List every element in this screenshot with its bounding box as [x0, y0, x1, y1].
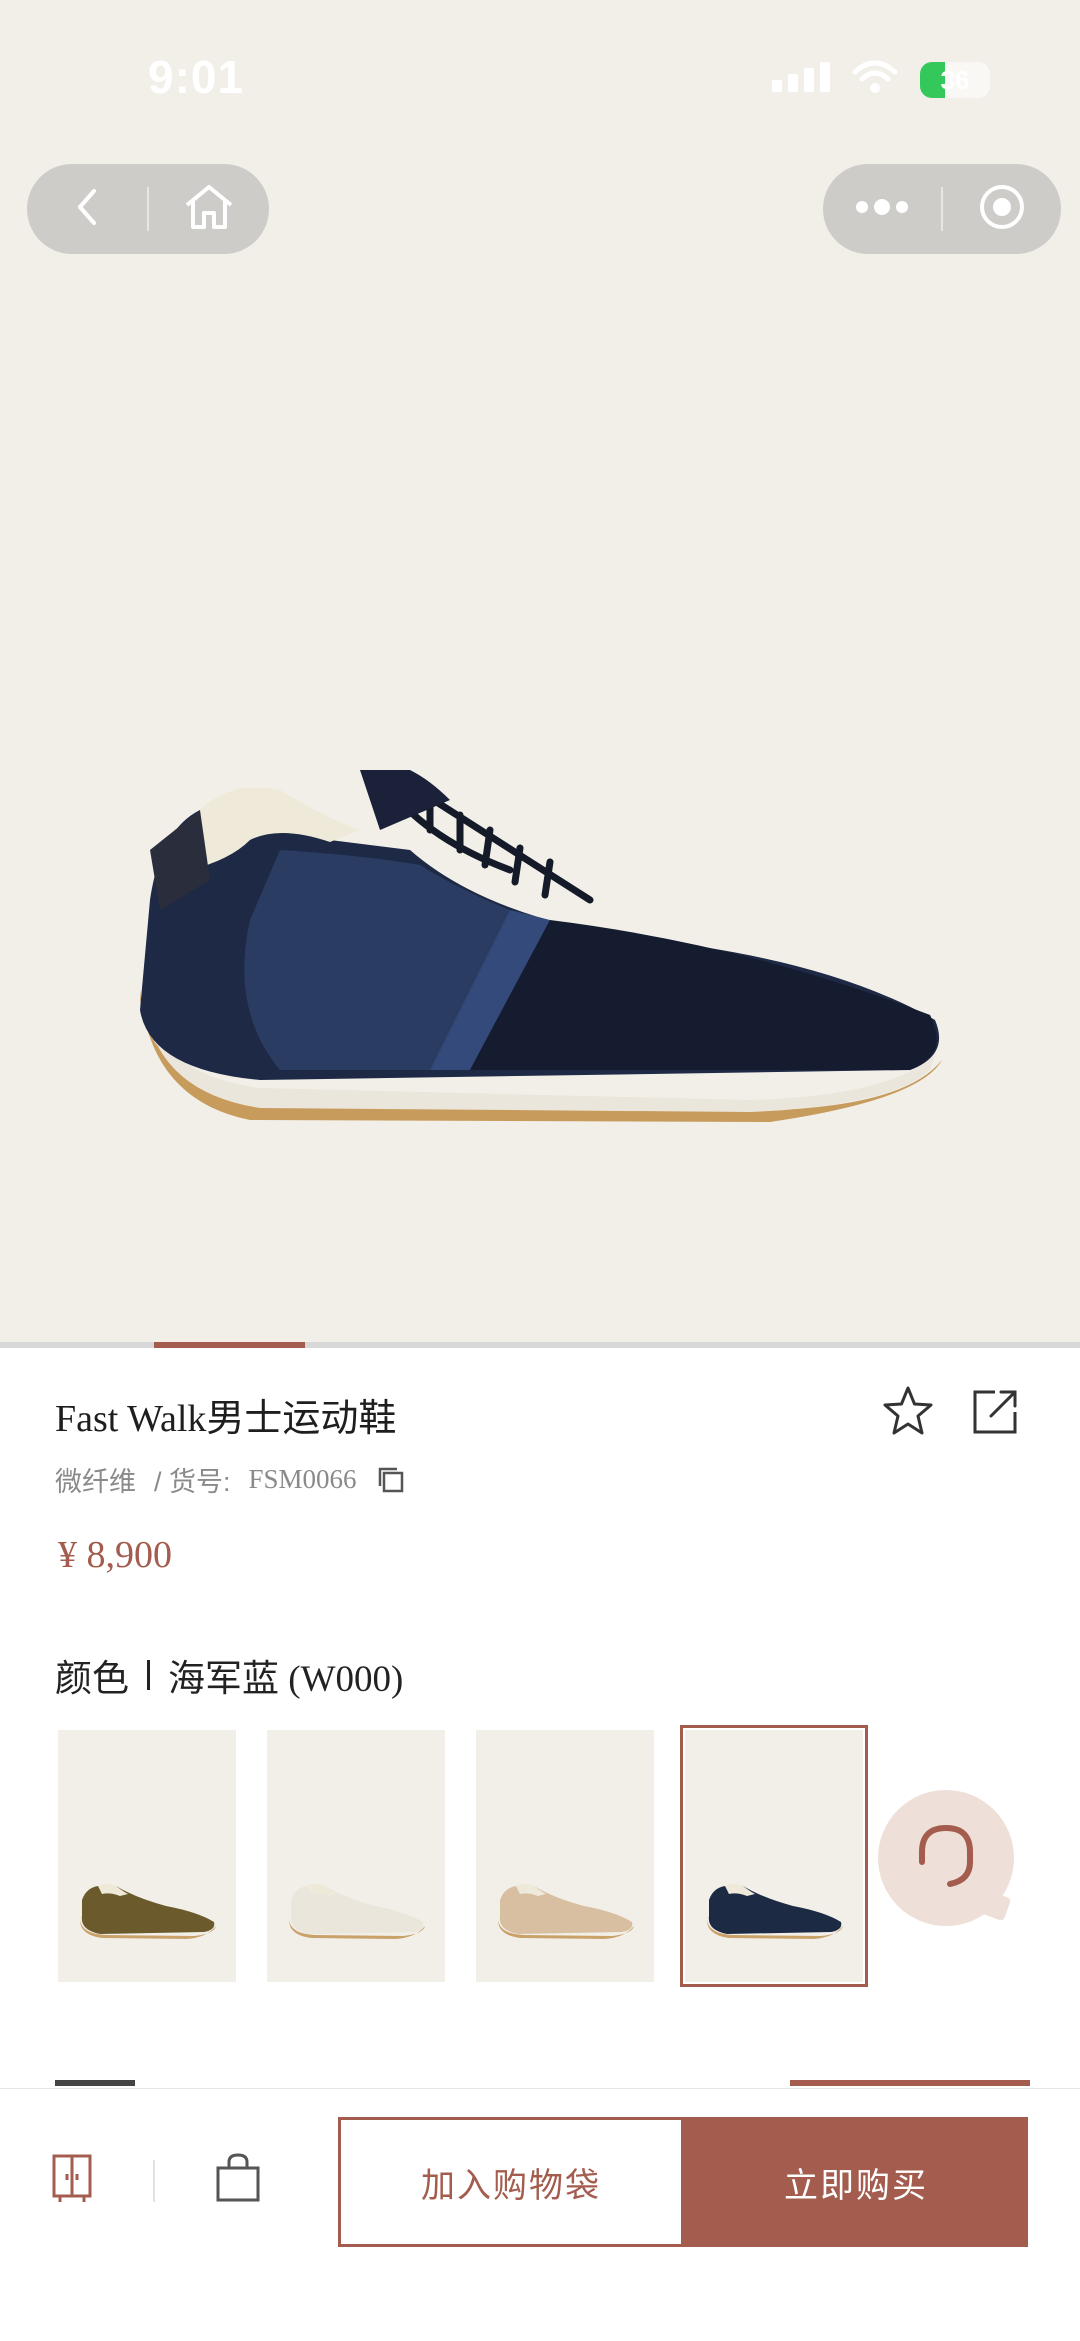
- product-title: Fast Walk男士运动鞋: [55, 1398, 397, 1440]
- home-icon: [183, 183, 235, 236]
- sku-value: FSM0066: [248, 1464, 357, 1494]
- product-image: [139, 770, 942, 1122]
- wardrobe-button[interactable]: [42, 2150, 102, 2210]
- color-swatch-navy[interactable]: [680, 1725, 868, 1987]
- gallery-progress-fill: [154, 1342, 306, 1348]
- bottom-bar-divider: [153, 2160, 155, 2202]
- copy-sku-button[interactable]: [375, 1464, 407, 1496]
- color-swatch-white[interactable]: [267, 1730, 445, 1982]
- shopping-bag-button[interactable]: [208, 2150, 268, 2210]
- product-image-gallery[interactable]: 9:01 36: [0, 0, 1080, 1348]
- copy-icon: [378, 1467, 403, 1492]
- wifi-icon: [852, 60, 898, 99]
- back-icon: [74, 187, 100, 232]
- battery-icon: 36: [920, 61, 990, 98]
- status-icons: 36: [772, 60, 990, 99]
- share-button[interactable]: [967, 1384, 1023, 1440]
- product-price: ¥ 8,900: [58, 1534, 172, 1576]
- product-material: 微纤维: [55, 1467, 136, 1497]
- color-label: 颜色: [55, 1659, 129, 1700]
- buy-now-button[interactable]: 立即购买: [684, 2117, 1028, 2247]
- status-bar: 9:01 36: [0, 0, 1080, 150]
- share-icon: [967, 1390, 1023, 1444]
- add-to-bag-button[interactable]: 加入购物袋: [338, 2117, 684, 2247]
- shopping-bag-icon: [214, 2152, 262, 2209]
- color-swatch-olive[interactable]: [58, 1730, 236, 1982]
- swatch-shoe-image: [80, 1884, 216, 1939]
- sku-label: / 货号:: [154, 1467, 231, 1497]
- color-swatch-beige[interactable]: [476, 1730, 654, 1982]
- wardrobe-icon: [50, 2152, 94, 2209]
- swatch-shoe-image: [289, 1884, 425, 1939]
- favorite-button[interactable]: [880, 1384, 936, 1440]
- nav-capsule-left: [27, 164, 269, 254]
- product-meta: 微纤维 / 货号: FSM0066: [55, 1460, 407, 1499]
- more-icon: [854, 198, 910, 220]
- swatch-shoe-image: [707, 1884, 843, 1939]
- battery-percent: 36: [940, 64, 970, 95]
- signal-icon: [772, 62, 830, 97]
- color-selected-value: 海军蓝 (W000): [168, 1659, 404, 1700]
- home-button[interactable]: [149, 164, 269, 254]
- star-icon: [880, 1386, 936, 1444]
- swatch-shoe-image: [498, 1884, 634, 1939]
- close-miniapp-button[interactable]: [943, 164, 1061, 254]
- close-miniapp-icon: [978, 183, 1026, 236]
- next-section-heading-peek: [55, 2080, 135, 2086]
- headset-icon: [904, 1814, 988, 1903]
- customer-service-button[interactable]: [878, 1790, 1014, 1926]
- gallery-progress: [0, 1342, 1080, 1348]
- color-selector-label: 颜色 海军蓝 (W000): [55, 1648, 403, 1702]
- next-section-link-peek: [790, 2080, 1030, 2086]
- nav-capsule-right: [823, 164, 1061, 254]
- color-separator: [147, 1660, 150, 1690]
- status-time: 9:01: [148, 51, 245, 103]
- more-button[interactable]: [823, 164, 941, 254]
- back-button[interactable]: [27, 164, 147, 254]
